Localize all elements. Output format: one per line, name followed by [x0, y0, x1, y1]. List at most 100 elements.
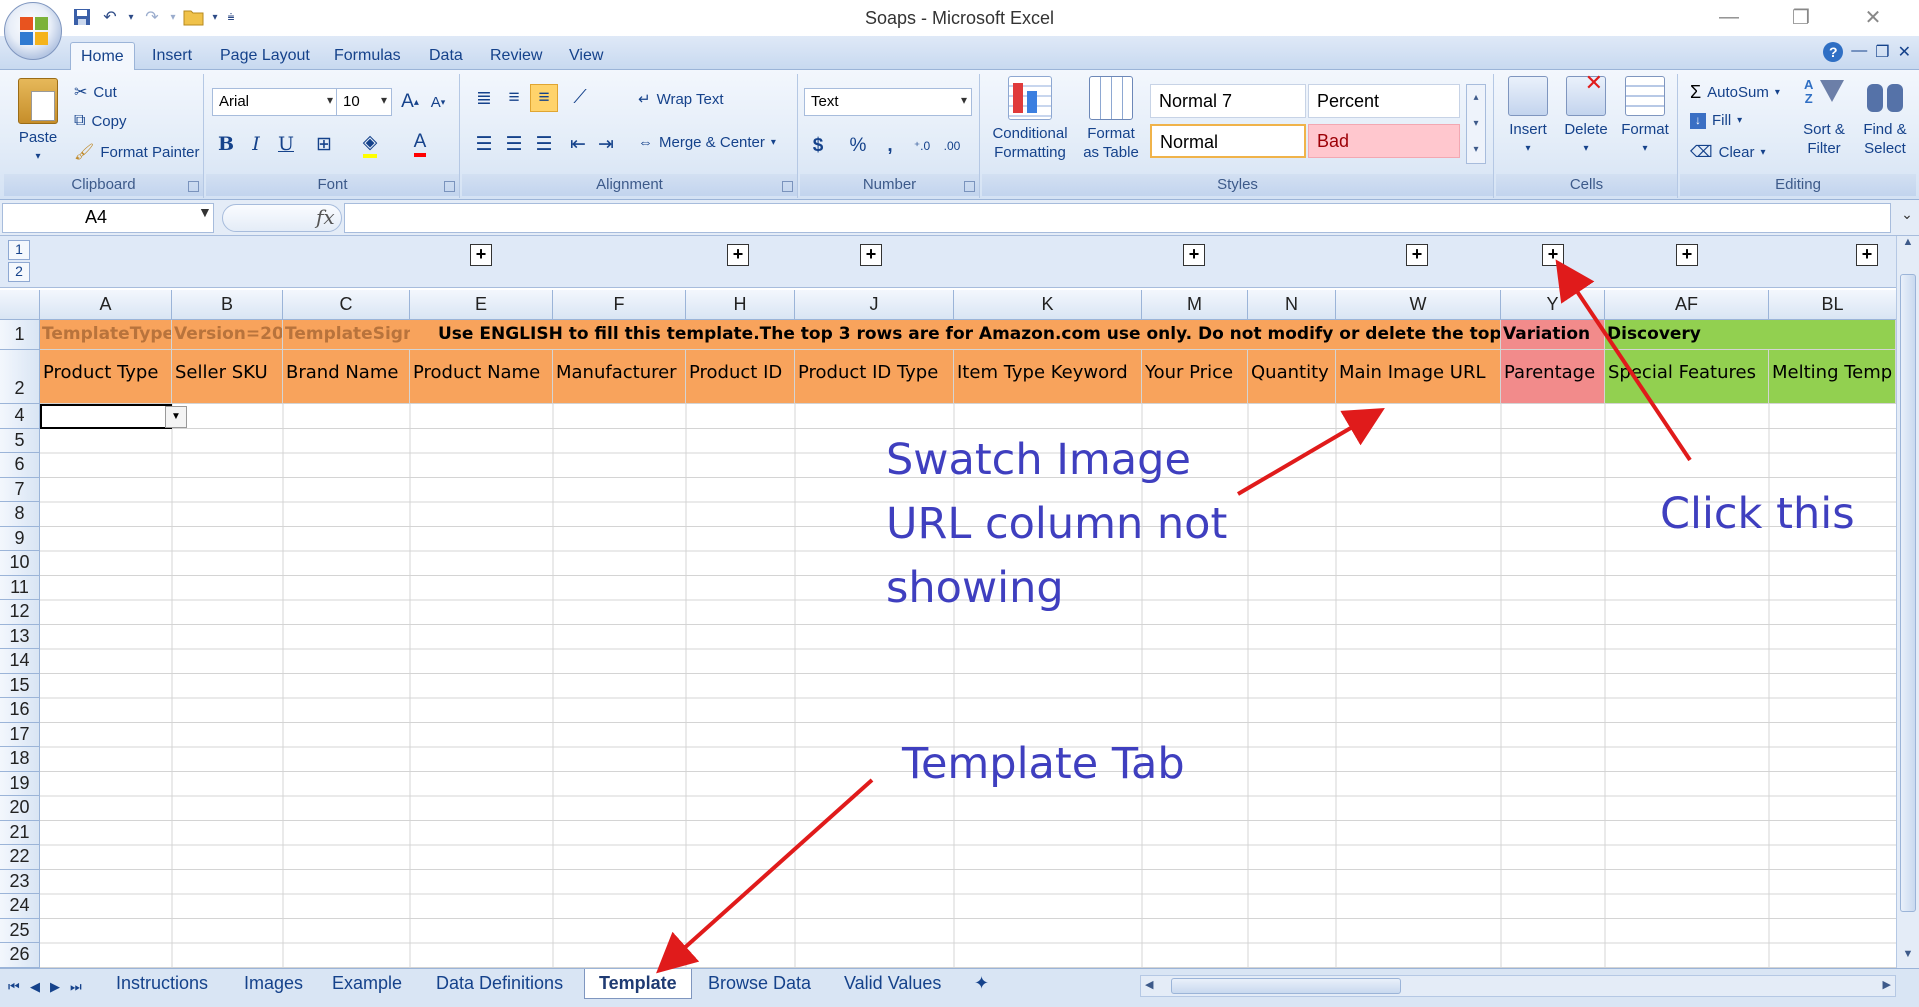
row-header[interactable]: 4 — [0, 404, 40, 429]
scroll-up-icon[interactable]: ▲ — [1897, 236, 1919, 254]
sheet-tab-instructions[interactable]: Instructions — [102, 969, 222, 999]
column-header[interactable]: Y — [1501, 290, 1605, 320]
shrink-font-icon[interactable]: A ▾ — [424, 88, 452, 116]
column-header[interactable]: K — [954, 290, 1142, 320]
align-center-icon[interactable]: ☰ — [500, 130, 528, 158]
insert-cells-button[interactable]: Insert ▾ — [1500, 76, 1556, 158]
name-box[interactable]: A4 — [2, 203, 214, 233]
column-header[interactable]: C — [283, 290, 410, 320]
cell-header[interactable]: Product ID — [686, 350, 795, 404]
first-sheet-icon[interactable]: ⏮ — [8, 979, 20, 995]
horizontal-scrollbar[interactable]: ◀ ▶ — [1140, 975, 1896, 997]
decrease-indent-icon[interactable]: ⇤ — [564, 130, 592, 158]
row-header[interactable]: 10 — [0, 551, 40, 576]
paste-button[interactable]: Paste ▾ — [8, 78, 68, 166]
underline-icon[interactable]: U — [272, 130, 300, 158]
tab-insert[interactable]: Insert — [152, 42, 192, 70]
tab-page-layout[interactable]: Page Layout — [220, 42, 310, 70]
expand-group-icon[interactable]: + — [860, 244, 882, 266]
increase-indent-icon[interactable]: ⇥ — [592, 130, 620, 158]
style-normal[interactable]: Normal — [1150, 124, 1306, 158]
ribbon-close-icon[interactable]: ✕ — [1898, 42, 1911, 62]
font-name-combo[interactable]: Arial — [212, 88, 338, 116]
expand-group-icon[interactable]: + — [1856, 244, 1878, 266]
row-header[interactable]: 20 — [0, 796, 40, 821]
scroll-down-icon[interactable]: ▼ — [1897, 948, 1919, 966]
row-header[interactable]: 22 — [0, 845, 40, 870]
merge-center-button[interactable]: ⇔ Merge & Center ▾ — [638, 134, 776, 151]
expand-group-icon[interactable]: + — [1542, 244, 1564, 266]
column-header[interactable]: B — [172, 290, 283, 320]
select-all-corner[interactable] — [0, 290, 40, 320]
formula-input[interactable] — [344, 203, 1891, 233]
ribbon-minimize-icon[interactable]: — — [1851, 42, 1867, 62]
expand-group-icon[interactable]: + — [470, 244, 492, 266]
cell-e1[interactable]: Use ENGLISH to fill this template.The to… — [410, 320, 1501, 350]
italic-icon[interactable]: I — [242, 130, 270, 158]
find-select-button[interactable]: Find & Select — [1854, 76, 1916, 158]
currency-icon[interactable]: $ — [804, 132, 832, 160]
align-top-icon[interactable]: ≣ — [470, 84, 498, 112]
align-right-icon[interactable]: ☰ — [530, 130, 558, 158]
font-color-icon[interactable]: A — [406, 130, 434, 158]
row-header[interactable]: 2 — [0, 350, 40, 404]
sheet-tab-browse-data[interactable]: Browse Data — [694, 969, 825, 999]
bold-icon[interactable]: B — [212, 130, 240, 158]
clipboard-launcher-icon[interactable] — [188, 181, 199, 192]
percent-icon[interactable]: % — [844, 132, 872, 160]
cell-header[interactable]: Parentage — [1501, 350, 1605, 404]
row-header[interactable]: 16 — [0, 698, 40, 723]
tab-home[interactable]: Home — [70, 42, 135, 70]
name-box-dropdown-icon[interactable]: ▼ — [198, 204, 212, 220]
expand-group-icon[interactable]: + — [1406, 244, 1428, 266]
cell-header[interactable]: Item Type Keyword — [954, 350, 1142, 404]
last-sheet-icon[interactable]: ⏭ — [70, 979, 82, 995]
wrap-text-button[interactable]: ↵ Wrap Text — [638, 90, 724, 109]
grow-font-icon[interactable]: A ▴ — [396, 88, 424, 116]
tab-data[interactable]: Data — [429, 42, 463, 70]
row-header[interactable]: 14 — [0, 649, 40, 674]
align-middle-icon[interactable]: ≡ — [500, 84, 528, 112]
outline-level-2[interactable]: 2 — [8, 262, 30, 282]
outline-level-1[interactable]: 1 — [8, 240, 30, 260]
tab-review[interactable]: Review — [490, 42, 542, 70]
row-header[interactable]: 11 — [0, 575, 40, 600]
vertical-scroll-thumb[interactable] — [1900, 274, 1916, 912]
alignment-launcher-icon[interactable] — [782, 181, 793, 192]
row-header[interactable]: 21 — [0, 820, 40, 845]
copy-button[interactable]: ⧉ Copy — [74, 112, 126, 130]
row-header[interactable]: 19 — [0, 771, 40, 796]
cell-header[interactable]: Manufacturer — [553, 350, 686, 404]
cell-c1[interactable]: TemplateSign — [283, 320, 410, 350]
office-button[interactable] — [4, 2, 62, 60]
cell-header[interactable]: Special Features — [1605, 350, 1769, 404]
insert-function-icon[interactable]: fx — [316, 205, 335, 229]
active-cell-a4[interactable] — [40, 404, 172, 429]
cell-b1[interactable]: Version=20 — [172, 320, 283, 350]
expand-group-icon[interactable]: + — [1676, 244, 1698, 266]
cell-af1[interactable]: Discovery — [1605, 320, 1896, 350]
conditional-formatting-button[interactable]: Conditional Formatting — [984, 76, 1076, 162]
row-header[interactable]: 1 — [0, 320, 40, 350]
font-size-combo[interactable]: 10 — [336, 88, 392, 116]
format-cells-button[interactable]: Format ▾ — [1616, 76, 1674, 158]
column-header[interactable]: A — [40, 290, 172, 320]
row-header[interactable]: 5 — [0, 428, 40, 453]
column-header[interactable]: AF — [1605, 290, 1769, 320]
vertical-scrollbar[interactable]: ▲ ▼ — [1896, 236, 1919, 968]
close-icon[interactable]: ✕ — [1837, 2, 1909, 32]
row-header[interactable]: 15 — [0, 673, 40, 698]
column-header[interactable]: F — [553, 290, 686, 320]
tab-formulas[interactable]: Formulas — [334, 42, 401, 70]
font-launcher-icon[interactable] — [444, 181, 455, 192]
cell-header[interactable]: Quantity — [1248, 350, 1336, 404]
cell-header[interactable]: Your Price — [1142, 350, 1248, 404]
insert-sheet-icon[interactable]: ✦ — [960, 969, 1003, 999]
borders-icon[interactable]: ⊞ — [310, 130, 338, 158]
row-header[interactable]: 7 — [0, 477, 40, 502]
row-header[interactable]: 9 — [0, 526, 40, 551]
next-sheet-icon[interactable]: ▶ — [50, 979, 60, 995]
cell-header[interactable]: Product ID Type — [795, 350, 954, 404]
column-header[interactable]: J — [795, 290, 954, 320]
row-header[interactable]: 8 — [0, 502, 40, 527]
